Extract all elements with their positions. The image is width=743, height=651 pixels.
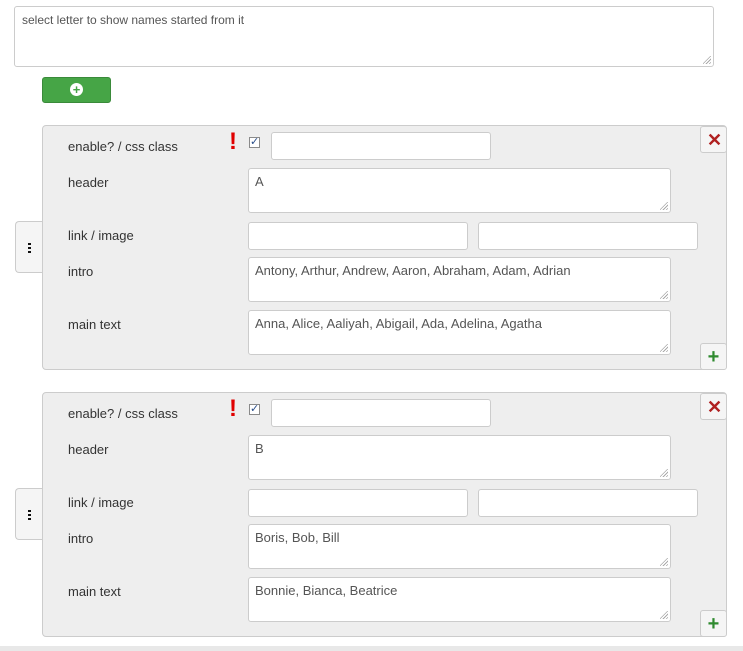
resize-grip-icon[interactable] (660, 202, 668, 210)
enable-css-label: enable? / css class (68, 139, 178, 154)
drag-handle-item-1[interactable] (15, 221, 43, 273)
header-textarea[interactable]: A (248, 168, 671, 213)
bottom-divider (0, 646, 743, 651)
close-icon: ✕ (707, 130, 723, 150)
description-textarea[interactable]: select letter to show names started from… (14, 6, 714, 67)
drag-handle-icon (28, 510, 31, 520)
resize-grip-icon[interactable] (660, 611, 668, 619)
link-input[interactable] (248, 489, 468, 517)
main-text-textarea[interactable]: Anna, Alice, Aaliyah, Abigail, Ada, Adel… (248, 310, 671, 355)
header-value: A (255, 174, 264, 189)
add-after-button[interactable]: + (700, 343, 727, 370)
resize-grip-icon[interactable] (703, 56, 711, 64)
enable-css-label: enable? / css class (68, 406, 178, 421)
close-icon: ✕ (707, 397, 723, 417)
remove-item-button[interactable]: ✕ (700, 393, 727, 420)
item-panel-2: enable? / css class ! ✓ ✕ header B link … (42, 392, 727, 637)
main-text-label: main text (68, 317, 121, 332)
main-text-value: Bonnie, Bianca, Beatrice (255, 583, 398, 598)
resize-grip-icon[interactable] (660, 558, 668, 566)
intro-label: intro (68, 264, 94, 279)
intro-textarea[interactable]: Boris, Bob, Bill (248, 524, 671, 569)
resize-grip-icon[interactable] (660, 469, 668, 477)
plus-icon: + (707, 613, 720, 635)
resize-grip-icon[interactable] (660, 291, 668, 299)
exclamation-icon: ! (229, 395, 237, 422)
header-textarea[interactable]: B (248, 435, 671, 480)
intro-value: Boris, Bob, Bill (255, 530, 340, 545)
header-value: B (255, 441, 264, 456)
plus-icon: + (707, 346, 720, 368)
resize-grip-icon[interactable] (660, 344, 668, 352)
item-panel-1: enable? / css class ! ✓ ✕ header A link … (42, 125, 727, 370)
link-image-label: link / image (68, 495, 134, 510)
intro-value: Antony, Arthur, Andrew, Aaron, Abraham, … (255, 263, 571, 278)
main-text-value: Anna, Alice, Aaliyah, Abigail, Ada, Adel… (255, 316, 542, 331)
remove-item-button[interactable]: ✕ (700, 126, 727, 153)
link-input[interactable] (248, 222, 468, 250)
image-input[interactable] (478, 222, 698, 250)
drag-handle-item-2[interactable] (15, 488, 43, 540)
intro-label: intro (68, 531, 94, 546)
css-class-input[interactable] (271, 399, 491, 427)
intro-textarea[interactable]: Antony, Arthur, Andrew, Aaron, Abraham, … (248, 257, 671, 302)
description-text: select letter to show names started from… (22, 13, 245, 27)
main-text-textarea[interactable]: Bonnie, Bianca, Beatrice (248, 577, 671, 622)
link-image-label: link / image (68, 228, 134, 243)
header-label: header (68, 442, 109, 457)
main-text-label: main text (68, 584, 121, 599)
header-label: header (68, 175, 109, 190)
plus-circle-icon: + (70, 83, 83, 96)
drag-handle-icon (28, 243, 31, 253)
css-class-input[interactable] (271, 132, 491, 160)
enable-checkbox[interactable]: ✓ (249, 404, 260, 415)
add-after-button[interactable]: + (700, 610, 727, 637)
enable-checkbox[interactable]: ✓ (249, 137, 260, 148)
image-input[interactable] (478, 489, 698, 517)
exclamation-icon: ! (229, 128, 237, 155)
add-item-button[interactable]: + (42, 77, 111, 103)
